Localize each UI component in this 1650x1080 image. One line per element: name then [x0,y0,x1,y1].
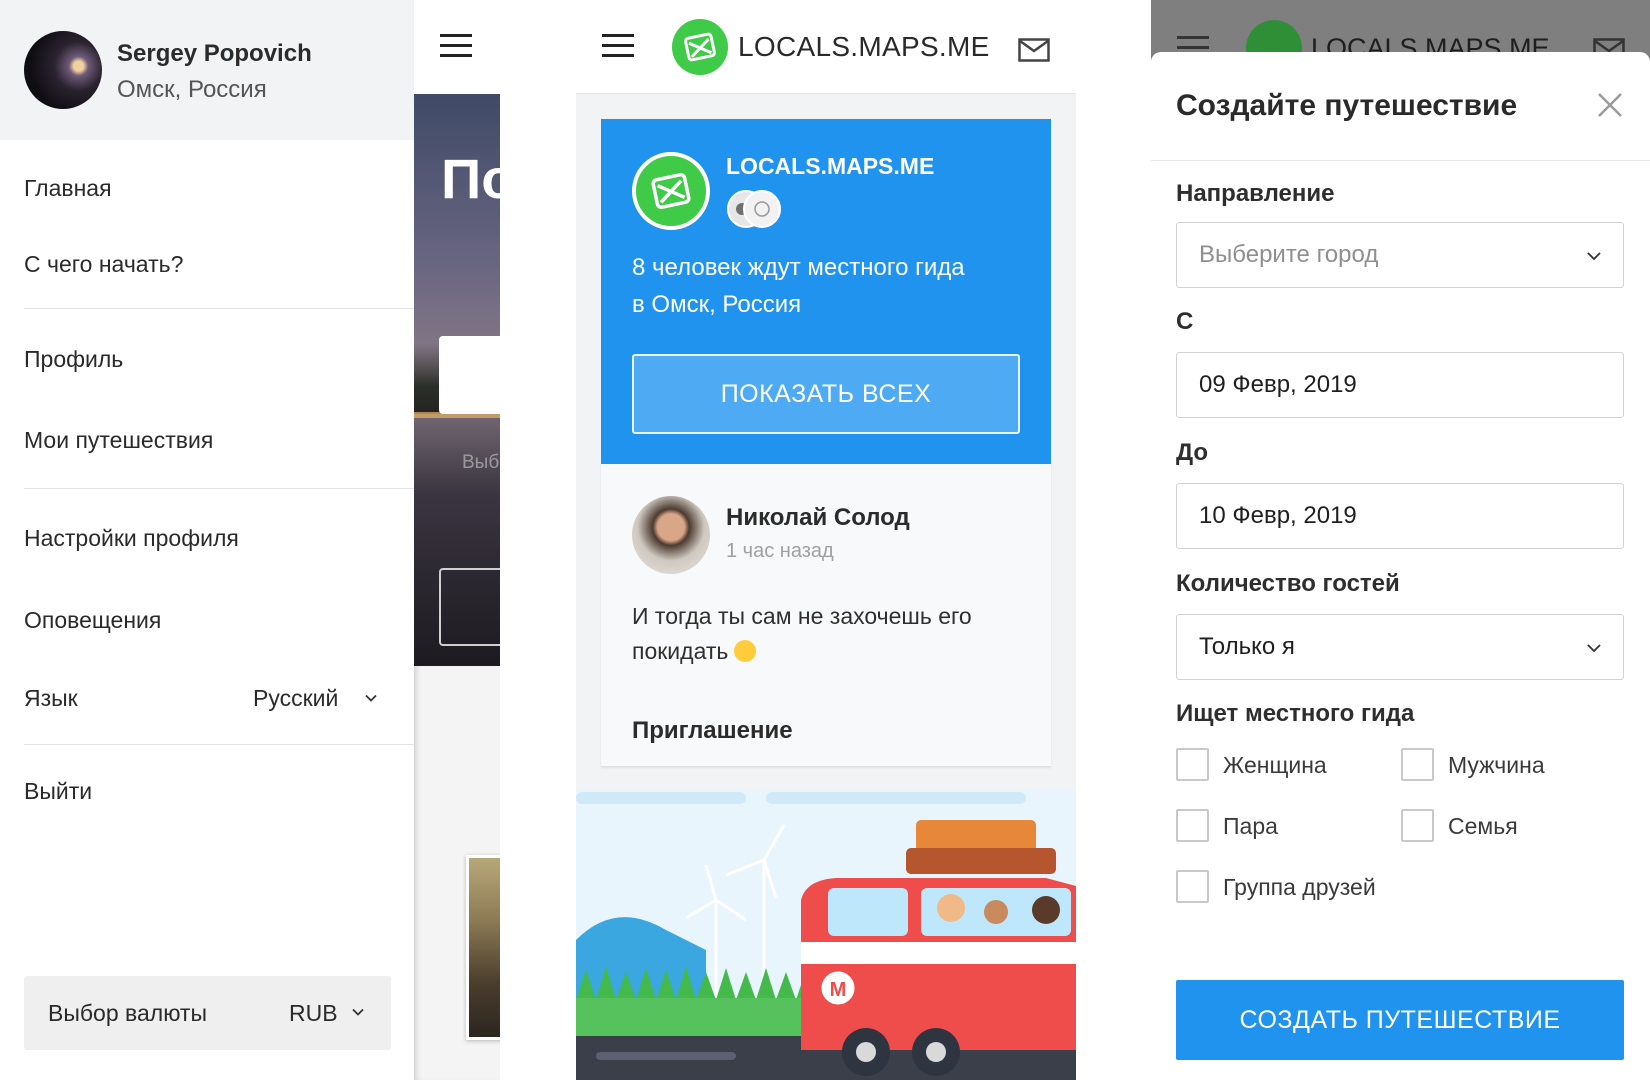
feed-screen: LOCALS.MAPS.ME LOCALS.MAPS.ME 8 человек … [576,0,1076,1080]
from-date-label: С [1176,308,1194,335]
grinning-emoji-icon [734,640,757,662]
avatar[interactable] [632,496,710,574]
menu-divider [24,308,414,309]
menu-item-home[interactable]: Главная [24,175,112,202]
currency-select[interactable]: Выбор валюты RUB [24,976,391,1050]
post-author[interactable]: Николай Солод [726,504,910,532]
main-page-peek: По Выб [414,0,500,1080]
menu-item-profile[interactable]: Профиль [24,346,123,373]
card-brand-name: LOCALS.MAPS.ME [726,153,935,179]
checkbox-label-woman[interactable]: Женщина [1223,752,1327,779]
locals-waiting-line: 8 человек ждут местного гида [632,254,965,281]
menu-item-getting-started[interactable]: С чего начать? [24,251,183,278]
post-text: И тогда ты сам не захочешь его покидать [632,599,1032,669]
user-city: Омск, Россия [117,76,267,103]
modal-title: Создайте путешествие [1176,89,1518,122]
locals-waiting-card: LOCALS.MAPS.ME 8 человек ждут местного г… [601,119,1051,464]
checkbox-couple[interactable] [1176,809,1209,842]
dimmed-top-bar: LOCALS.MAPS.ME [1151,0,1650,76]
guests-label: Количество гостей [1176,570,1400,597]
to-date-label: До [1176,439,1209,466]
guests-select[interactable]: Только я [1176,614,1624,680]
hero-button[interactable] [439,568,500,646]
checkbox-label-friends-group[interactable]: Группа друзей [1223,874,1376,901]
hamburger-menu-icon[interactable] [602,34,634,58]
checkbox-family[interactable] [1401,809,1434,842]
hero-title: По [441,147,500,210]
checkbox-label-man[interactable]: Мужчина [1448,752,1545,779]
from-date-input[interactable]: 09 Февр, 2019 [1176,352,1624,418]
looking-for-label: Ищет местного гида [1176,700,1415,727]
menu-divider [24,744,414,745]
user-name: Sergey Popovich [117,40,312,67]
locals-waiting-text: 8 человек ждут местного гида в Омск, Рос… [632,249,1032,323]
menu-item-profile-settings[interactable]: Настройки профиля [24,525,239,552]
chevron-down-icon [352,1008,364,1016]
city-select[interactable]: Выберите город [1176,222,1624,288]
city-photo[interactable] [466,855,500,1040]
menu-item-logout[interactable]: Выйти [24,778,92,805]
checkbox-woman[interactable] [1176,748,1209,781]
chevron-down-icon [1587,252,1601,261]
locals-waiting-city: в Омск, Россия [632,291,802,318]
hamburger-menu-icon[interactable] [440,34,472,58]
currency-value: RUB [289,1000,338,1026]
checkbox-label-family[interactable]: Семья [1448,813,1518,840]
menu-divider [24,488,414,489]
svg-text:M: M [830,979,847,1001]
direction-label: Направление [1176,180,1335,207]
post-timestamp: 1 час назад [726,540,834,562]
create-trip-screen: LOCALS.MAPS.ME Создайте путешествие Напр… [1151,0,1650,1080]
post-type-label: Приглашение [632,717,793,744]
brand-logo-icon [632,152,710,230]
city-select-placeholder: Выберите город [1199,241,1379,268]
guests-select-value: Только я [1199,633,1295,660]
checkbox-man[interactable] [1401,748,1434,781]
post-text-content: И тогда ты сам не захочешь его покидать [632,603,972,664]
from-date-value: 09 Февр, 2019 [1199,371,1357,398]
mail-icon[interactable] [1018,38,1050,62]
currency-label: Выбор валюты [48,1000,208,1026]
create-trip-button[interactable]: СОЗДАТЬ ПУТЕШЕСТВИЕ [1176,980,1624,1060]
post-card[interactable]: Николай Солод 1 час назад И тогда ты сам… [601,464,1051,767]
show-all-button[interactable]: ПОКАЗАТЬ ВСЕХ [632,354,1020,434]
brand-name: LOCALS.MAPS.ME [738,31,990,62]
menu-item-my-trips[interactable]: Мои путешествия [24,427,213,454]
avatar-stack[interactable] [726,189,782,229]
top-bar: LOCALS.MAPS.ME [576,0,1076,94]
modal-divider [1151,160,1650,161]
checkbox-label-couple[interactable]: Пара [1223,813,1278,840]
avatar [24,31,102,109]
chevron-down-icon[interactable] [365,692,377,704]
checkbox-friends-group[interactable] [1176,870,1209,903]
to-date-value: 10 Февр, 2019 [1199,502,1357,529]
language-label: Язык [24,685,78,711]
side-menu: Sergey Popovich Омск, Россия Главная С ч… [0,0,414,1080]
language-select[interactable]: Русский [253,685,338,712]
travel-van-illustration: M [576,790,1076,1080]
create-trip-modal: Создайте путешествие Направление Выберит… [1151,52,1650,1080]
peek-topbar [414,0,500,94]
hero-search-placeholder: Выб [462,452,500,473]
to-date-input[interactable]: 10 Февр, 2019 [1176,483,1624,549]
menu-item-notifications[interactable]: Оповещения [24,607,161,634]
close-icon[interactable] [1596,91,1624,119]
hero-search-input[interactable] [439,336,500,414]
brand-logo-icon[interactable] [672,19,728,75]
chevron-down-icon [1587,644,1601,653]
profile-header[interactable]: Sergey Popovich Омск, Россия [0,0,414,140]
